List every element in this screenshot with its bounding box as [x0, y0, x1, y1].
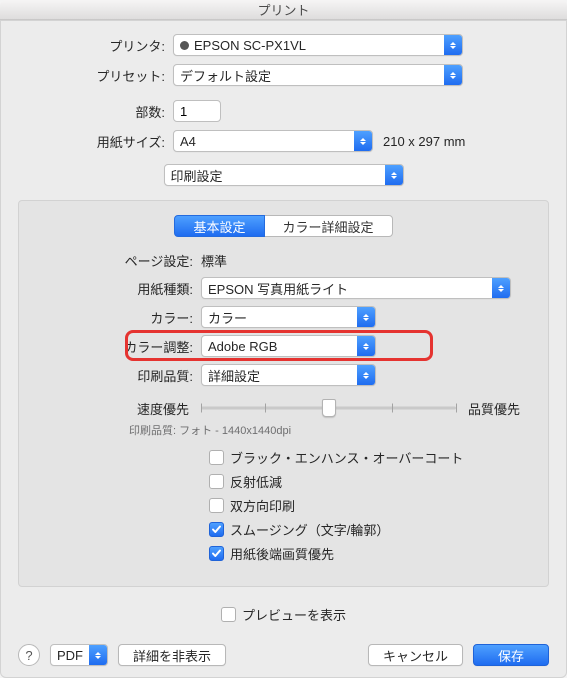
color-value: カラー [202, 308, 357, 327]
color-label: カラー: [31, 308, 201, 327]
chevron-updown-icon [357, 307, 375, 327]
printer-select[interactable]: EPSON SC-PX1VL [173, 34, 463, 56]
checkbox-row: 反射低減 [209, 472, 536, 491]
preview-checkbox[interactable] [221, 607, 236, 622]
papersize-value: A4 [174, 134, 354, 149]
chevron-updown-icon [89, 645, 107, 665]
settings-tabs: 基本設定 カラー詳細設定 [31, 215, 536, 237]
chevron-updown-icon [357, 336, 375, 356]
checkbox-2[interactable] [209, 498, 224, 513]
chevron-updown-icon [357, 365, 375, 385]
page-setup-label: ページ設定: [31, 251, 201, 270]
copies-label: 部数: [18, 102, 173, 121]
preview-label: プレビューを表示 [242, 605, 346, 624]
checkbox-4[interactable] [209, 546, 224, 561]
media-type-select[interactable]: EPSON 写真用紙ライト [201, 277, 511, 299]
printer-status-icon [180, 41, 189, 50]
cancel-button[interactable]: キャンセル [368, 644, 463, 666]
copies-input[interactable] [173, 100, 221, 122]
preset-value: デフォルト設定 [174, 66, 444, 85]
media-type-value: EPSON 写真用紙ライト [202, 279, 492, 298]
checkbox-row: ブラック・エンハンス・オーバーコート [209, 448, 536, 467]
color-adjust-value: Adobe RGB [202, 339, 357, 354]
checkbox-0[interactable] [209, 450, 224, 465]
panel-section-select[interactable]: 印刷設定 [164, 164, 404, 186]
slider-label-quality: 品質優先 [456, 399, 536, 418]
printer-label: プリンタ: [18, 36, 173, 55]
print-quality-select[interactable]: 詳細設定 [201, 364, 376, 386]
quality-note: 印刷品質: フォト - 1440x1440dpi [129, 422, 536, 438]
pdf-label: PDF [51, 648, 89, 663]
window-title: プリント [257, 0, 309, 19]
chevron-updown-icon [444, 35, 462, 55]
print-quality-label: 印刷品質: [31, 366, 201, 385]
checkbox-3[interactable] [209, 522, 224, 537]
checkbox-1[interactable] [209, 474, 224, 489]
dialog-footer: ? PDF 詳細を非表示 キャンセル 保存 [18, 634, 549, 666]
checkbox-label: ブラック・エンハンス・オーバーコート [230, 448, 463, 467]
panel-section-value: 印刷設定 [165, 166, 385, 185]
papersize-label: 用紙サイズ: [18, 132, 173, 151]
print-settings-panel: 基本設定 カラー詳細設定 ページ設定: 標準 用紙種類: EPSON 写真用紙ラ… [18, 200, 549, 587]
pdf-menu[interactable]: PDF [50, 644, 108, 666]
chevron-updown-icon [354, 131, 372, 151]
slider-knob[interactable] [322, 399, 336, 417]
checkbox-label: 双方向印刷 [230, 496, 295, 515]
color-select[interactable]: カラー [201, 306, 376, 328]
tab-basic[interactable]: 基本設定 [174, 215, 264, 237]
chevron-updown-icon [385, 165, 403, 185]
chevron-updown-icon [444, 65, 462, 85]
print-dialog: プリンタ: EPSON SC-PX1VL プリセット: デフォルト設定 部数: … [0, 20, 567, 678]
save-button[interactable]: 保存 [473, 644, 549, 666]
checkbox-row: 用紙後端画質優先 [209, 544, 536, 563]
slider-label-speed: 速度優先 [31, 399, 201, 418]
papersize-select[interactable]: A4 [173, 130, 373, 152]
preset-label: プリセット: [18, 66, 173, 85]
color-adjust-label: カラー調整: [31, 337, 201, 356]
help-button[interactable]: ? [18, 644, 40, 666]
checkbox-row: スムージング（文字/輪郭） [209, 520, 536, 539]
checkbox-label: 用紙後端画質優先 [230, 544, 334, 563]
quality-slider[interactable] [201, 398, 456, 418]
printer-value: EPSON SC-PX1VL [194, 38, 306, 53]
print-quality-value: 詳細設定 [202, 366, 357, 385]
tab-color-advanced[interactable]: カラー詳細設定 [264, 215, 393, 237]
checkbox-label: 反射低減 [230, 472, 282, 491]
checkbox-label: スムージング（文字/輪郭） [230, 520, 389, 539]
checkbox-row: 双方向印刷 [209, 496, 536, 515]
preset-select[interactable]: デフォルト設定 [173, 64, 463, 86]
page-setup-value: 標準 [201, 251, 227, 270]
media-type-label: 用紙種類: [31, 279, 201, 298]
color-adjust-select[interactable]: Adobe RGB [201, 335, 376, 357]
chevron-updown-icon [492, 278, 510, 298]
papersize-dimensions: 210 x 297 mm [383, 134, 465, 149]
window-titlebar: プリント [0, 0, 567, 20]
toggle-details-button[interactable]: 詳細を非表示 [118, 644, 226, 666]
